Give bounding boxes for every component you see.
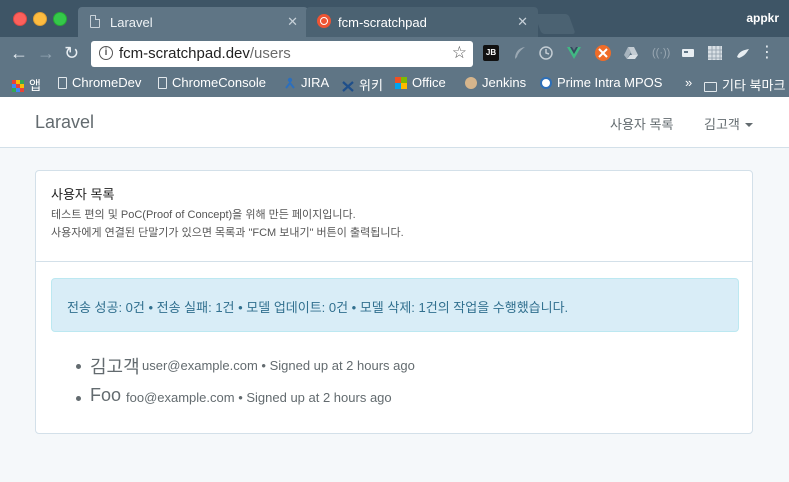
bookmarks-bar: 앱 ChromeDev ChromeConsole JIRA 위키 Office… (0, 71, 789, 98)
bookmark-prime-intra[interactable]: Prime Intra MPOS (540, 75, 662, 90)
tab-fcm-scratchpad[interactable]: fcm-scratchpad ✕ (306, 7, 538, 37)
browser-titlebar: Laravel ✕ fcm-scratchpad ✕ appkr (0, 0, 789, 37)
info-alert: 전송 성공: 0건 • 전송 실패: 1건 • 모델 업데이트: 0건 • 모델… (51, 278, 739, 332)
tab-title: fcm-scratchpad (338, 15, 427, 30)
bookmark-wiki[interactable]: 위키 (342, 75, 383, 95)
bookmark-label: 위키 (359, 78, 383, 93)
bookmark-label: ChromeDev (72, 75, 142, 90)
grid-extension-icon[interactable] (707, 45, 723, 61)
new-tab-button[interactable] (534, 14, 576, 34)
page-viewport: Laravel 사용자 목록 김고객 사용자 목록 테스트 편의 및 PoC(P… (0, 97, 789, 482)
panel-heading: 사용자 목록 테스트 편의 및 PoC(Proof of Concept)을 위… (36, 171, 752, 262)
document-icon (158, 77, 167, 89)
bookmark-label: 기타 북마크 (722, 78, 786, 93)
feather-extension-icon[interactable] (512, 45, 528, 61)
back-icon[interactable]: ← (10, 44, 28, 62)
bookmark-other-folder[interactable]: 기타 북마크 (704, 75, 785, 94)
user-name: 김고객 (90, 357, 140, 377)
url-host: fcm-scratchpad.dev (119, 45, 250, 62)
bullet-icon (76, 396, 81, 401)
panel-description: 테스트 편의 및 PoC(Proof of Concept)을 위해 만든 페이… (51, 209, 356, 221)
close-icon[interactable]: ✕ (517, 14, 528, 30)
profile-button[interactable]: appkr (746, 11, 779, 25)
apps-grid-icon (12, 80, 24, 92)
browser-toolbar: ← → ↻ i fcm-scratchpad.dev/users ☆ JB ((… (0, 37, 789, 71)
folder-icon (704, 82, 717, 92)
address-bar[interactable]: i fcm-scratchpad.dev/users ☆ (91, 41, 473, 67)
document-icon (90, 15, 100, 28)
user-dropdown-label: 김고객 (704, 117, 740, 132)
bullet-icon (76, 364, 81, 369)
bookmark-chromeconsole[interactable]: ChromeConsole (158, 75, 266, 90)
user-dropdown[interactable]: 김고객 (704, 114, 753, 133)
close-icon[interactable]: ✕ (287, 14, 298, 30)
drive-extension-icon[interactable] (623, 45, 639, 61)
caret-down-icon (744, 123, 753, 127)
panel-description: 사용자에게 연결된 단말기가 있으면 목록과 "FCM 보내기" 버튼이 출력됩… (51, 227, 404, 239)
window-maximize-button[interactable] (53, 12, 67, 26)
prime-icon (540, 77, 552, 89)
tab-laravel[interactable]: Laravel ✕ (78, 7, 308, 37)
panel-title: 사용자 목록 (51, 187, 115, 202)
user-name: Foo (90, 385, 122, 405)
bookmark-label: Office (412, 75, 446, 90)
document-icon (58, 77, 67, 89)
vue-extension-icon[interactable] (566, 45, 582, 61)
user-meta: foo@example.com • Signed up at 2 hours a… (126, 390, 392, 405)
bookmark-jira[interactable]: JIRA (284, 75, 329, 92)
url-text[interactable]: fcm-scratchpad.dev/users (119, 45, 291, 62)
window-close-button[interactable] (13, 12, 27, 26)
alert-message: 전송 성공: 0건 • 전송 실패: 1건 • 모델 업데이트: 0건 • 모델… (67, 300, 569, 315)
reload-icon[interactable]: ↻ (64, 44, 79, 62)
bookmark-star-icon[interactable]: ☆ (452, 43, 467, 63)
card-extension-icon[interactable] (680, 45, 696, 61)
jira-icon (284, 77, 296, 92)
menu-icon[interactable]: ⋮ (759, 45, 775, 61)
clock-extension-icon[interactable] (538, 45, 554, 61)
info-icon[interactable]: i (99, 46, 113, 60)
nav-link-users[interactable]: 사용자 목록 (610, 114, 673, 133)
brand-link[interactable]: Laravel (35, 112, 94, 133)
gear-extension-icon[interactable] (595, 45, 611, 61)
bookmark-label: Jenkins (482, 75, 527, 90)
bookmark-label: ChromeConsole (172, 75, 266, 90)
bookmark-office[interactable]: Office (395, 75, 446, 90)
bookmarks-overflow-button[interactable]: » (685, 75, 692, 90)
favicon-icon (317, 14, 331, 28)
app-navbar: Laravel 사용자 목록 김고객 (0, 97, 789, 148)
jetbrains-extension-icon[interactable]: JB (483, 45, 499, 61)
bookmark-label: JIRA (301, 75, 330, 90)
wave-extension-icon[interactable]: ((·)) (652, 45, 670, 61)
bookmark-label: 앱 (29, 78, 41, 93)
bookmark-label: Prime Intra MPOS (557, 75, 663, 90)
user-meta: user@example.com • Signed up at 2 hours … (142, 358, 415, 373)
bookmark-jenkins[interactable]: Jenkins (465, 75, 526, 90)
wiki-icon (342, 80, 354, 95)
users-panel: 사용자 목록 테스트 편의 및 PoC(Proof of Concept)을 위… (35, 170, 753, 434)
tab-title: Laravel (110, 15, 153, 30)
office-icon (395, 77, 407, 89)
forward-icon[interactable]: → (37, 44, 55, 62)
jenkins-icon (465, 77, 477, 89)
url-path: /users (249, 45, 291, 62)
window-minimize-button[interactable] (33, 12, 47, 26)
bird-extension-icon[interactable] (735, 45, 751, 61)
bookmark-apps[interactable]: 앱 (12, 75, 41, 94)
bookmark-chromedev[interactable]: ChromeDev (58, 75, 141, 90)
